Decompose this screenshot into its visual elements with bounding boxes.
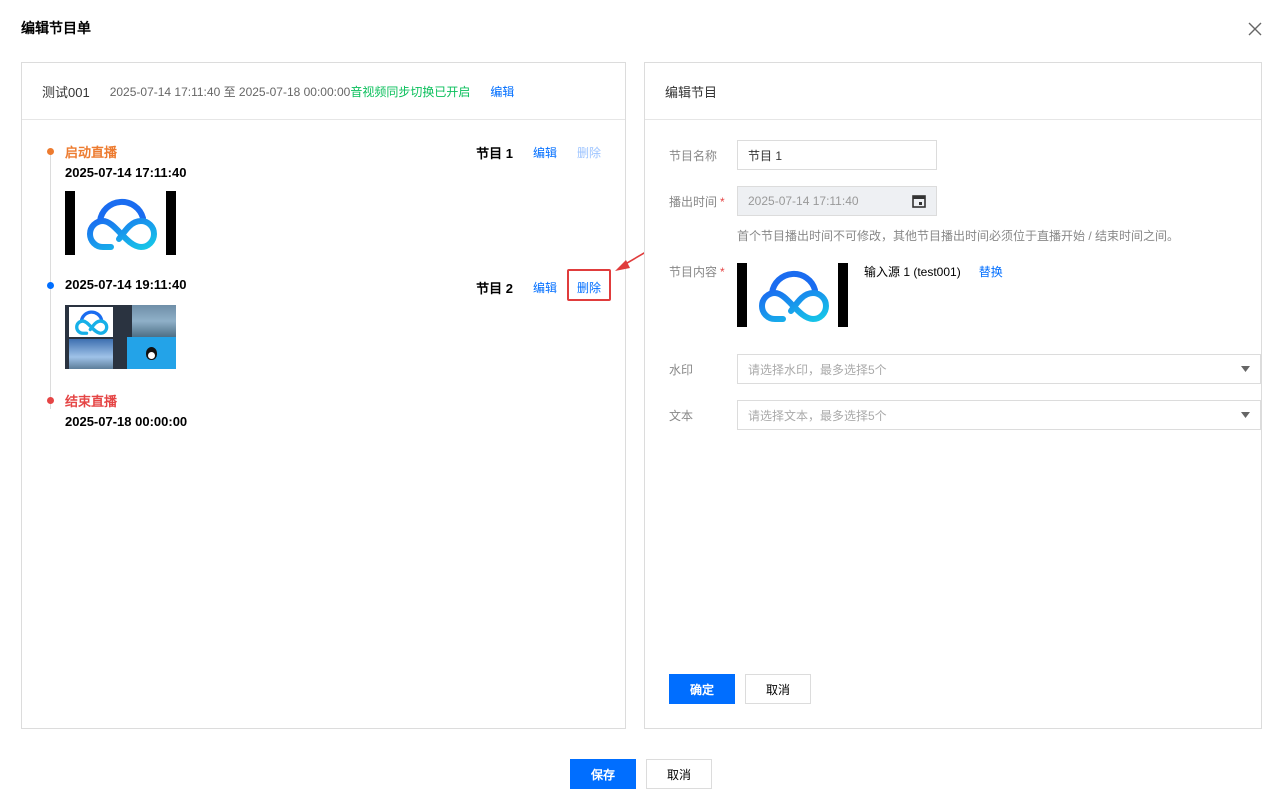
required-mark: * [720,194,725,209]
delete-highlight-box [567,269,611,301]
program-2-label: 节目 2 [476,281,513,296]
content-thumbnail [737,263,848,327]
air-time-value: 2025-07-14 17:11:40 [748,194,859,208]
watermark-placeholder: 请选择水印，最多选择5个 [748,362,887,377]
start-label: 启动直播 [65,145,118,160]
edit-program-header: 编辑节目 [645,63,1261,120]
text-row: 文本 请选择文本，最多选择5个 [669,400,1261,430]
end-time: 2025-07-18 00:00:00 [65,414,188,429]
watermark-row: 水印 请选择水印，最多选择5个 [669,354,1261,384]
air-time-label-wrap: 播出时间 * [669,193,737,210]
cloud-logo-icon [759,270,829,323]
mix-sky-tile [132,305,176,337]
watermark-label: 水印 [669,362,694,377]
content-label: 节目内容 [669,265,718,279]
text-placeholder: 请选择文本，最多选择5个 [748,408,887,423]
source-name: 输入源 1 (test001) [864,265,961,279]
text-label: 文本 [669,408,694,423]
program-1-actions: 节目 1 编辑 删除 [476,143,601,162]
confirm-button[interactable]: 确定 [669,674,735,704]
program-1-thumbnail[interactable] [65,191,176,255]
content-label-wrap: 节目内容 * [669,263,737,280]
program-2-time: 2025-07-14 19:11:40 [65,277,187,292]
cancel-button[interactable]: 取消 [646,759,712,789]
program-name-row: 节目名称 节目 1 [669,140,937,170]
start-time: 2025-07-14 17:11:40 [65,165,187,180]
calendar-icon [912,195,926,208]
mix-qq-tile [127,337,176,369]
program-1-edit-button[interactable]: 编辑 [533,144,557,161]
program-content-row: 节目内容 * 输入源 1 (test001) 替换 [669,263,1003,327]
program-2-node: 2025-07-14 19:11:40 [65,277,186,292]
start-node: 启动直播 2025-07-14 17:11:40 [65,142,186,180]
program-1-delete-button[interactable]: 删除 [577,144,601,161]
list-time-range: 2025-07-14 17:11:40 至 2025-07-18 00:00:0… [109,84,351,99]
schedule-panel: 测试001 2025-07-14 17:11:40 至 2025-07-18 0… [21,62,626,729]
save-button[interactable]: 保存 [570,759,636,789]
dialog-title: 编辑节目单 [21,20,91,36]
end-dot [47,397,54,404]
program-1-label: 节目 1 [476,146,513,161]
dropdown-arrow-icon [1241,412,1250,418]
program-2-dot [47,282,54,289]
cancel-edit-button[interactable]: 取消 [745,674,811,704]
timeline-line [50,151,51,409]
replace-source-button[interactable]: 替换 [979,263,1003,280]
program-name-label: 节目名称 [669,148,718,163]
edit-program-title: 编辑节目 [665,84,718,100]
list-name: 测试001 [42,84,90,100]
mix-cloud-tile [69,307,113,337]
schedule-header: 测试001 2025-07-14 17:11:40 至 2025-07-18 0… [22,63,625,120]
end-node: 结束直播 2025-07-18 00:00:00 [65,391,187,429]
edit-list-button[interactable]: 编辑 [490,83,514,100]
mix-cloudsky-tile [69,339,113,369]
text-select[interactable]: 请选择文本，最多选择5个 [737,400,1261,430]
sync-status: 音视频同步切换已开启 [350,84,471,99]
end-label: 结束直播 [65,394,118,409]
cloud-logo-icon [87,198,157,251]
edit-program-panel: 编辑节目 节目名称 节目 1 播出时间 * 2025-07-14 17:11:40… [644,62,1262,729]
program-2-edit-button[interactable]: 编辑 [533,279,557,296]
air-time-tip: 首个节目播出时间不可修改，其他节目播出时间必须位于直播开始 / 结束时间之间。 [737,229,1180,243]
cloud-logo-icon [75,310,109,335]
watermark-select[interactable]: 请选择水印，最多选择5个 [737,354,1261,384]
close-icon[interactable] [1248,22,1262,36]
program-name-input[interactable]: 节目 1 [737,140,937,170]
timeline: 启动直播 2025-07-14 17:11:40 节目 1 编辑 删除 2025… [22,121,625,721]
air-time-row: 播出时间 * 2025-07-14 17:11:40 [669,186,937,216]
air-time-label: 播出时间 [669,194,718,209]
program-2-thumbnail[interactable] [65,305,176,369]
air-time-input[interactable]: 2025-07-14 17:11:40 [737,186,937,216]
dropdown-arrow-icon [1241,366,1250,372]
start-dot [47,148,54,155]
required-mark: * [720,265,725,279]
